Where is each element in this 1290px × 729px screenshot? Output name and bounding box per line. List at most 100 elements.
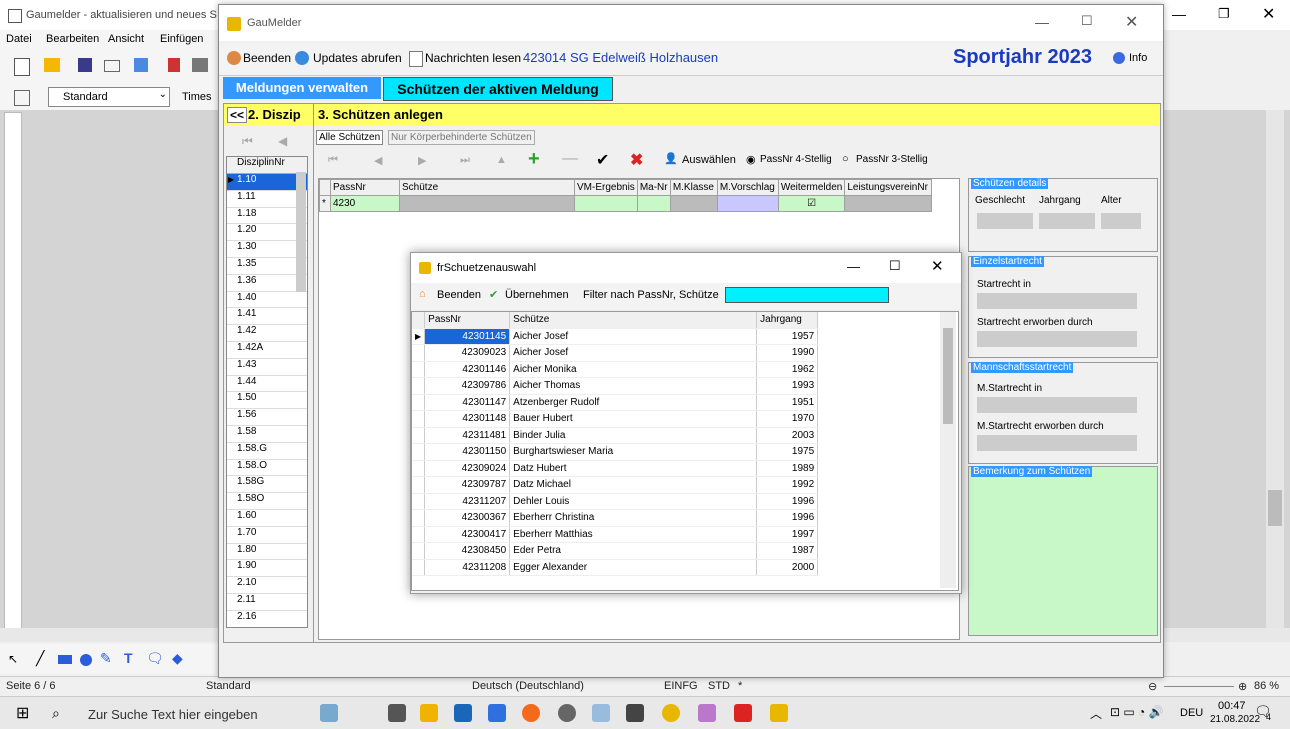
- table-row[interactable]: 42300417 Eberherr Matthias 1997: [412, 526, 819, 543]
- beenden-button[interactable]: Beenden: [243, 51, 291, 65]
- tray-icons[interactable]: ⊡ ▭ ◔ 🔊: [1110, 705, 1164, 719]
- leistungsverein-cell[interactable]: [844, 195, 933, 212]
- disziplin-item[interactable]: 1.60: [227, 510, 307, 527]
- confirm-icon[interactable]: ✔: [596, 150, 609, 170]
- col-jahrgang[interactable]: Jahrgang: [756, 312, 819, 329]
- remove-icon[interactable]: —: [562, 150, 578, 168]
- email-icon[interactable]: [104, 60, 120, 72]
- edit-mode-icon[interactable]: [134, 58, 148, 72]
- ellipse-icon[interactable]: [80, 654, 92, 666]
- screenshot-icon[interactable]: [592, 704, 610, 722]
- writer-close-icon[interactable]: ✕: [1262, 4, 1275, 24]
- collapse-nav-button[interactable]: <<: [227, 107, 248, 123]
- disziplin-item[interactable]: 1.42: [227, 325, 307, 342]
- disziplin-item[interactable]: 1.35: [227, 258, 307, 275]
- m-klasse-cell[interactable]: [669, 195, 718, 212]
- status-language[interactable]: Deutsch (Deutschland): [472, 680, 584, 692]
- disziplin-item[interactable]: 1.42A: [227, 342, 307, 359]
- cancel-icon[interactable]: ✖: [630, 150, 643, 170]
- file-explorer-icon[interactable]: [420, 704, 438, 722]
- paragraph-style-select[interactable]: Standard ⌄: [48, 87, 170, 107]
- table-row[interactable]: 42309787 Datz Michael 1992: [412, 476, 819, 494]
- rectangle-icon[interactable]: [58, 655, 72, 664]
- radio-3stellig[interactable]: ○: [842, 153, 849, 165]
- disziplin-item[interactable]: 1.58: [227, 426, 307, 443]
- table-row[interactable]: 42301146 Aicher Monika 1962: [412, 361, 819, 378]
- new-row[interactable]: * 4230 ☑: [319, 195, 933, 212]
- close-icon[interactable]: ✕: [1125, 12, 1138, 32]
- font-name-select[interactable]: Times: [182, 91, 212, 103]
- menu-bearbeiten[interactable]: Bearbeiten: [46, 33, 99, 45]
- table-row[interactable]: ▶ 42301145 Aicher Josef 1957: [412, 328, 819, 345]
- task-view-icon[interactable]: [388, 704, 406, 722]
- text-icon[interactable]: T: [124, 650, 133, 666]
- dialog-scrollbar[interactable]: [940, 312, 956, 588]
- first-record-icon[interactable]: ⏮: [242, 134, 253, 149]
- writer-minimize-icon[interactable]: —: [1172, 6, 1186, 22]
- select-arrow-icon[interactable]: ↖: [8, 652, 18, 666]
- zoom-level[interactable]: 86 %: [1254, 680, 1279, 692]
- disziplin-item[interactable]: 1.36: [227, 275, 307, 292]
- tray-time[interactable]: 00:47: [1218, 700, 1246, 712]
- filter-input[interactable]: [725, 287, 889, 303]
- table-row[interactable]: 42301150 Burghartswieser Maria 1975: [412, 443, 819, 461]
- column-header[interactable]: Schütze: [399, 179, 575, 196]
- disziplin-item[interactable]: 1.58.O: [227, 460, 307, 477]
- table-row[interactable]: 42309024 Datz Hubert 1989: [412, 460, 819, 477]
- menu-datei[interactable]: Datei: [6, 33, 32, 45]
- disziplin-item[interactable]: 1.58G: [227, 476, 307, 494]
- next-icon[interactable]: ▶: [418, 154, 426, 167]
- updates-button[interactable]: Updates abrufen: [313, 51, 402, 65]
- table-row[interactable]: 42301148 Bauer Hubert 1970: [412, 410, 819, 428]
- disziplin-scrollbar[interactable]: [296, 172, 306, 292]
- disziplin-item[interactable]: 2.16: [227, 611, 307, 627]
- col-schuetze[interactable]: Schütze: [509, 312, 758, 329]
- table-row[interactable]: 42301147 Atzenberger Rudolf 1951: [412, 394, 819, 411]
- styles-icon[interactable]: [14, 90, 30, 106]
- disziplin-item[interactable]: 1.44: [227, 376, 307, 393]
- m-vorschlag-cell[interactable]: [716, 195, 779, 212]
- table-row[interactable]: 42309023 Aicher Josef 1990: [412, 344, 819, 362]
- table-row[interactable]: 42308450 Eder Petra 1987: [412, 542, 819, 560]
- table-row[interactable]: 42311208 Egger Alexander 2000: [412, 559, 819, 576]
- tab-schuetzen[interactable]: Schützen der aktiven Meldung: [383, 77, 613, 101]
- menu-ansicht[interactable]: Ansicht: [108, 33, 144, 45]
- snipping-icon[interactable]: [698, 704, 716, 722]
- disziplin-item[interactable]: 1.10 ▶: [227, 174, 307, 191]
- new-doc-icon[interactable]: [14, 58, 30, 76]
- disziplin-column-header[interactable]: DisziplinNr: [227, 157, 307, 174]
- auswaehlen-button[interactable]: Auswählen: [682, 154, 736, 166]
- minimize-icon[interactable]: —: [1035, 14, 1049, 30]
- dialog-beenden-button[interactable]: Beenden: [437, 289, 481, 301]
- ma-nr-cell[interactable]: [636, 195, 671, 212]
- globe-icon[interactable]: [662, 704, 680, 722]
- print-icon[interactable]: [192, 58, 208, 72]
- passnr-cell[interactable]: 4230: [330, 195, 400, 212]
- table-row[interactable]: 42300367 Eberherr Christina 1996: [412, 509, 819, 527]
- writer-task-icon[interactable]: [626, 704, 644, 722]
- column-header[interactable]: LeistungsvereinNr: [844, 179, 933, 196]
- disziplin-item[interactable]: 2.10: [227, 577, 307, 594]
- disziplin-item[interactable]: 2.11: [227, 594, 307, 611]
- up-icon[interactable]: ▲: [496, 154, 507, 166]
- disziplin-item[interactable]: 1.11: [227, 191, 307, 208]
- column-header[interactable]: Weitermelden: [777, 179, 846, 196]
- taskbar-search-input[interactable]: Zur Suche Text hier eingeben: [88, 707, 258, 722]
- mail-icon[interactable]: [454, 704, 472, 722]
- zoom-plus-icon[interactable]: ⊕: [1238, 680, 1247, 693]
- disziplin-item[interactable]: 1.30: [227, 241, 307, 258]
- line-icon[interactable]: ╱: [36, 650, 44, 667]
- disziplin-item[interactable]: 1.50: [227, 392, 307, 410]
- gaumelder-task-icon[interactable]: [770, 704, 788, 722]
- shape-icon[interactable]: ◆: [172, 650, 183, 667]
- dialog-close-icon[interactable]: ✕: [931, 257, 944, 275]
- disziplin-item[interactable]: 1.90: [227, 560, 307, 578]
- radio-4stellig[interactable]: ◉: [746, 153, 756, 166]
- windows-start-icon[interactable]: ⊞: [16, 703, 29, 723]
- table-row[interactable]: 42311207 Dehler Louis 1996: [412, 493, 819, 510]
- info-button[interactable]: Info: [1129, 52, 1147, 64]
- tab-meldungen[interactable]: Meldungen verwalten: [223, 77, 381, 99]
- media-icon[interactable]: [488, 704, 506, 722]
- prev-record-icon[interactable]: ◀: [278, 134, 287, 148]
- disziplin-item[interactable]: 1.41: [227, 308, 307, 326]
